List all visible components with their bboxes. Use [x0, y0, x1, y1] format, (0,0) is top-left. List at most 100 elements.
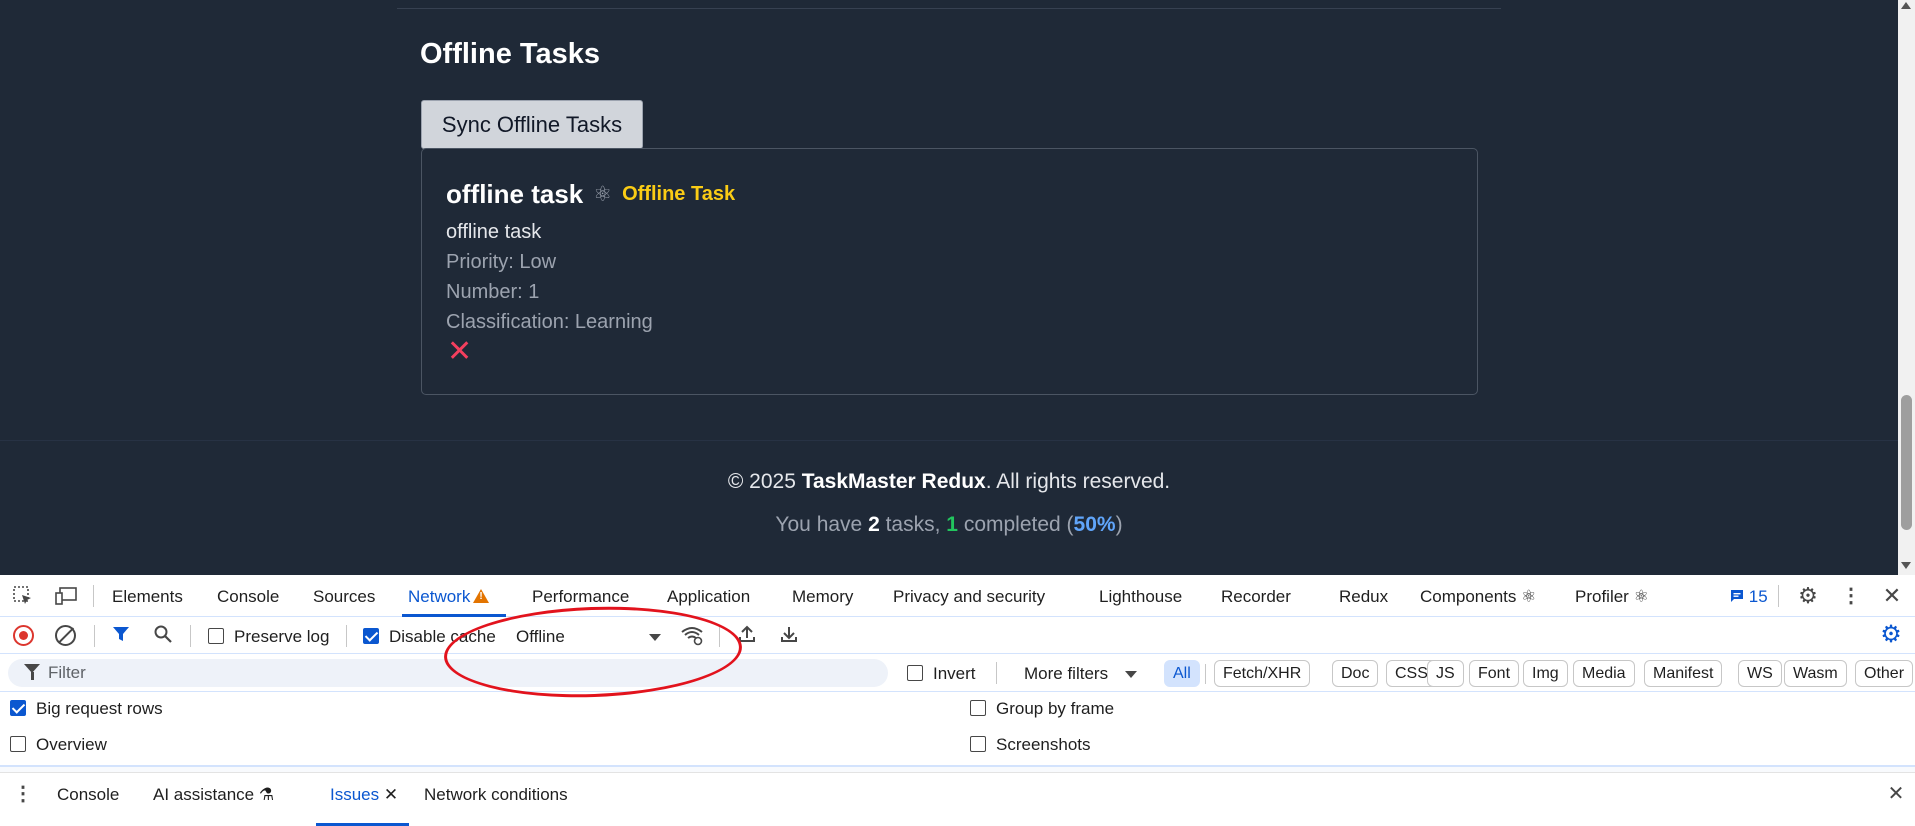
separator — [94, 625, 95, 647]
page-scrollbar[interactable] — [1898, 0, 1915, 575]
network-options: Big request rows Overview Group by frame… — [0, 692, 1915, 766]
app-viewport: Offline Tasks Sync Offline Tasks offline… — [0, 0, 1915, 575]
task-stats: You have 2 tasks, 1 completed (50%) — [775, 513, 1123, 536]
big-request-rows-checkbox[interactable] — [10, 700, 26, 716]
tab-profiler[interactable]: Profiler ⚛ — [1575, 587, 1649, 607]
tab-memory[interactable]: Memory — [792, 587, 853, 607]
filter-chip-js[interactable]: JS — [1427, 660, 1464, 687]
scroll-up-icon[interactable] — [1901, 2, 1911, 9]
big-request-rows-label: Big request rows — [36, 699, 163, 718]
filter-chip-wasm[interactable]: Wasm — [1784, 660, 1847, 687]
filter-input[interactable] — [8, 659, 888, 687]
filter-chip-other[interactable]: Other — [1855, 660, 1914, 687]
device-toolbar-icon[interactable] — [55, 585, 77, 607]
filter-chip-doc[interactable]: Doc — [1332, 660, 1379, 687]
filter-funnel-icon[interactable] — [110, 624, 132, 646]
tab-performance[interactable]: Performance — [532, 587, 629, 607]
screenshots-checkbox[interactable] — [970, 736, 986, 752]
tab-elements[interactable]: Elements — [112, 587, 183, 607]
tab-privacy-security[interactable]: Privacy and security — [893, 587, 1045, 607]
flask-icon: ⚗ — [258, 785, 275, 804]
drawer-tab-issues[interactable]: Issues ✕ — [330, 785, 398, 805]
devtools-panel: Elements Console Sources Network Perform… — [0, 575, 1915, 826]
disable-cache-checkbox[interactable] — [363, 628, 379, 644]
screenshots-label: Screenshots — [996, 735, 1091, 754]
sync-offline-tasks-button[interactable]: Sync Offline Tasks — [421, 100, 643, 149]
group-by-frame-checkbox[interactable] — [970, 700, 986, 716]
separator — [1205, 664, 1206, 684]
inspect-element-icon[interactable] — [12, 585, 34, 607]
completed-count: 1 — [946, 513, 958, 536]
drawer-tab-console[interactable]: Console — [57, 785, 119, 805]
chevron-down-icon[interactable] — [1125, 671, 1137, 678]
scroll-thumb[interactable] — [1901, 395, 1912, 530]
close-tab-icon[interactable]: ✕ — [384, 785, 398, 804]
separator — [1778, 585, 1779, 607]
task-classification: Classification: Learning — [446, 311, 653, 333]
overview-label: Overview — [36, 735, 107, 754]
filter-bar: Invert More filters All Fetch/XHR Doc CS… — [0, 654, 1915, 692]
more-filters-dropdown[interactable]: More filters — [1024, 664, 1108, 684]
tab-application[interactable]: Application — [667, 587, 750, 607]
devtools-drawer: ⋮ Console AI assistance ⚗ Issues ✕ Netwo… — [0, 766, 1915, 826]
chevron-down-icon[interactable] — [649, 634, 661, 641]
preserve-log-checkbox[interactable] — [208, 628, 224, 644]
network-toolbar: Preserve log Disable cache Offline ⚙ — [0, 617, 1915, 654]
react-atom-icon: ⚛ — [593, 183, 613, 206]
close-drawer-icon[interactable]: ✕ — [1885, 783, 1907, 805]
footer-divider — [0, 440, 1898, 441]
tab-network[interactable]: Network — [408, 587, 490, 607]
task-number: Number: 1 — [446, 281, 540, 303]
completion-percent: 50% — [1073, 513, 1116, 536]
tab-recorder[interactable]: Recorder — [1221, 587, 1291, 607]
stop-recording-button[interactable] — [13, 625, 34, 646]
separator — [190, 625, 191, 647]
task-description: offline task — [446, 221, 542, 243]
invert-checkbox[interactable] — [907, 665, 923, 681]
filter-chip-font[interactable]: Font — [1469, 660, 1520, 687]
drawer-resize-handle[interactable] — [0, 767, 1915, 773]
separator — [346, 625, 347, 647]
search-icon[interactable] — [152, 624, 174, 646]
tab-sources[interactable]: Sources — [313, 587, 375, 607]
issues-badge[interactable]: 15 — [1730, 587, 1768, 607]
overview-checkbox[interactable] — [10, 736, 26, 752]
filter-chip-fetch-xhr[interactable]: Fetch/XHR — [1214, 660, 1311, 687]
filter-icon — [24, 664, 40, 680]
drawer-tab-ai-assistance[interactable]: AI assistance ⚗ — [153, 785, 274, 805]
task-card: offline task ⚛ Offline Task offline task… — [421, 148, 1478, 395]
filter-chip-media[interactable]: Media — [1573, 660, 1635, 687]
footer-copyright: © 2025 TaskMaster Redux. All rights rese… — [727, 470, 1171, 493]
tab-lighthouse[interactable]: Lighthouse — [1099, 587, 1182, 607]
filter-chip-manifest[interactable]: Manifest — [1644, 660, 1723, 687]
throttling-select[interactable]: Offline — [516, 627, 565, 647]
export-har-download-icon[interactable] — [778, 624, 800, 646]
scroll-down-icon[interactable] — [1901, 562, 1911, 569]
clear-log-button[interactable] — [55, 625, 76, 646]
total-count: 2 — [868, 513, 880, 536]
settings-gear-icon[interactable]: ⚙ — [1797, 585, 1819, 607]
tab-redux[interactable]: Redux — [1339, 587, 1388, 607]
section-title: Offline Tasks — [420, 38, 600, 70]
warning-icon — [473, 589, 490, 603]
import-har-upload-icon[interactable] — [736, 624, 758, 646]
filter-chip-img[interactable]: Img — [1523, 660, 1568, 687]
separator — [719, 625, 720, 647]
task-priority: Priority: Low — [446, 251, 557, 273]
group-by-frame-label: Group by frame — [996, 699, 1115, 718]
drawer-tab-network-conditions[interactable]: Network conditions — [424, 785, 568, 805]
separator — [996, 662, 997, 684]
delete-task-icon[interactable]: ✕ — [447, 337, 472, 367]
network-conditions-wifi-icon[interactable] — [680, 624, 703, 646]
task-title: offline task — [446, 179, 584, 209]
tab-console[interactable]: Console — [217, 587, 279, 607]
more-options-icon[interactable]: ⋮ — [1840, 585, 1862, 607]
filter-chip-all[interactable]: All — [1164, 660, 1200, 687]
close-devtools-icon[interactable]: ✕ — [1881, 585, 1903, 607]
divider — [397, 8, 1501, 9]
network-settings-gear-icon[interactable]: ⚙ — [1880, 623, 1902, 647]
tab-components[interactable]: Components ⚛ — [1420, 587, 1536, 607]
issues-icon — [1731, 590, 1743, 602]
drawer-menu-icon[interactable]: ⋮ — [12, 783, 34, 805]
filter-chip-ws[interactable]: WS — [1738, 660, 1782, 687]
